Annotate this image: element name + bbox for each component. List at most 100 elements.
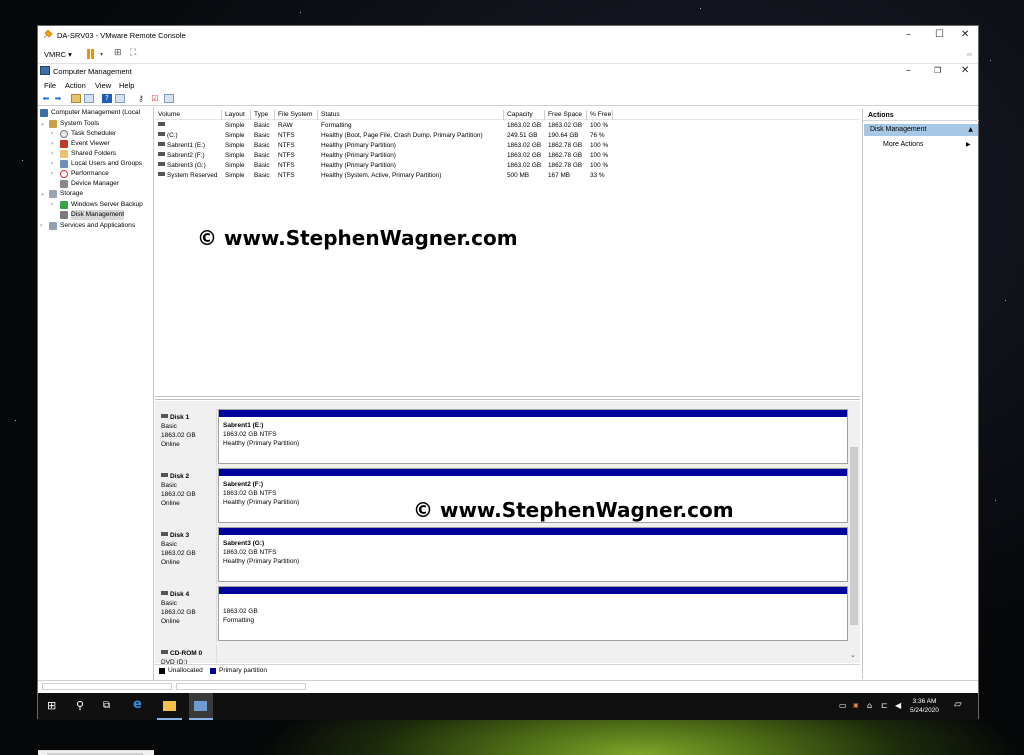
partition-block[interactable]: Sabrent3 (G:) 1863.02 GB NTFS Healthy (P… bbox=[218, 527, 848, 582]
fullscreen-icon[interactable]: ⛶ bbox=[130, 48, 136, 58]
tree-services-applications[interactable]: › Services and Applications bbox=[40, 221, 154, 231]
col-layout[interactable]: Layout bbox=[222, 110, 251, 120]
tree-horizontal-scrollbar[interactable] bbox=[38, 750, 154, 755]
key-icon[interactable]: ⚷ bbox=[136, 94, 146, 103]
show-hide-tree-icon[interactable] bbox=[84, 94, 94, 103]
chevron-right-icon[interactable]: › bbox=[51, 159, 53, 169]
partition-block[interactable]: Sabrent1 (E:) 1863.02 GB NTFS Healthy (P… bbox=[218, 409, 848, 464]
tree-storage[interactable]: ⌄ Storage bbox=[40, 189, 154, 199]
tree-event-viewer[interactable]: › Event Viewer bbox=[51, 139, 154, 149]
more-actions-item[interactable]: More Actions ▶ bbox=[883, 141, 971, 148]
tree-computer-management[interactable]: Computer Management (Local bbox=[40, 108, 154, 118]
pane-splitter[interactable] bbox=[155, 396, 860, 400]
collapse-up-icon[interactable]: ▲ bbox=[968, 126, 973, 133]
menu-help[interactable]: Help bbox=[119, 81, 134, 90]
keyboard-icon[interactable]: ▭ bbox=[839, 701, 847, 710]
chevron-right-icon[interactable]: › bbox=[51, 149, 53, 159]
col-capacity[interactable]: Capacity bbox=[504, 110, 545, 120]
volume-row[interactable]: System Reserved Simple Basic NTFS Health… bbox=[155, 171, 860, 181]
view-list-icon[interactable] bbox=[164, 94, 174, 103]
vmrc-minimize-button[interactable]: – bbox=[906, 30, 911, 40]
col-type[interactable]: Type bbox=[251, 110, 275, 120]
tree-system-tools[interactable]: ⌄ System Tools bbox=[40, 119, 154, 129]
notification-badge-icon[interactable]: ▣ bbox=[853, 702, 859, 709]
chevron-down-icon[interactable]: ⌄ bbox=[40, 189, 45, 199]
volume-type: Basic bbox=[254, 122, 270, 129]
cdrom-info[interactable]: CD-ROM 0 DVD (D:) bbox=[156, 645, 217, 666]
internet-explorer-icon[interactable]: e bbox=[133, 698, 142, 712]
col-volume[interactable]: Volume bbox=[155, 110, 222, 120]
col-status[interactable]: Status bbox=[318, 110, 504, 120]
volume-row[interactable]: (C:) Simple Basic NTFS Healthy (Boot, Pa… bbox=[155, 131, 860, 141]
primary-partition-bar bbox=[219, 528, 847, 535]
menu-view[interactable]: View bbox=[95, 81, 111, 90]
disk-row[interactable]: Disk 3 Basic 1863.02 GB Online Sabrent3 … bbox=[155, 527, 848, 584]
chevron-down-icon[interactable]: ⌄ bbox=[40, 119, 45, 129]
col-free-space[interactable]: Free Space bbox=[545, 110, 587, 120]
disk-row[interactable]: Disk 4 Basic 1863.02 GB Online 1863.02 G… bbox=[155, 586, 848, 643]
vmrc-maximize-button[interactable]: ☐ bbox=[935, 30, 944, 40]
cm-restore-button[interactable]: ❐ bbox=[934, 66, 941, 76]
forward-arrow-icon[interactable]: ➡ bbox=[53, 94, 63, 103]
cm-close-button[interactable]: ✕ bbox=[961, 66, 969, 76]
col-percent-free[interactable]: % Free bbox=[587, 110, 613, 120]
tree-device-manager[interactable]: Device Manager bbox=[51, 179, 154, 189]
tree-windows-server-backup[interactable]: › Windows Server Backup bbox=[51, 200, 154, 210]
scrollbar-thumb[interactable] bbox=[850, 447, 858, 625]
scroll-down-icon[interactable]: ⌄ bbox=[850, 651, 856, 659]
chevron-right-icon[interactable]: › bbox=[51, 139, 53, 149]
tree-local-users[interactable]: › Local Users and Groups bbox=[51, 159, 154, 169]
cm-minimize-button[interactable]: – bbox=[906, 66, 911, 76]
actions-disk-management[interactable]: Disk Management ▲ bbox=[864, 124, 978, 136]
disk-info[interactable]: Disk 4 Basic 1863.02 GB Online bbox=[156, 586, 217, 643]
send-ctrl-alt-del-icon[interactable]: ⊞ bbox=[114, 48, 122, 58]
volume-row[interactable]: Sabrent3 (G:) Simple Basic NTFS Healthy … bbox=[155, 161, 860, 171]
graphical-view-scrollbar[interactable]: ⌄ bbox=[848, 401, 860, 663]
file-explorer-icon[interactable] bbox=[163, 701, 176, 711]
partition-block[interactable]: 1863.02 GB Formatting bbox=[218, 586, 848, 641]
up-folder-icon[interactable] bbox=[71, 94, 81, 103]
menu-action[interactable]: Action bbox=[65, 81, 86, 90]
back-arrow-icon[interactable]: ⬅ bbox=[41, 94, 51, 103]
task-view-icon[interactable]: ⧉ bbox=[103, 699, 110, 713]
taskbar-clock[interactable]: 3:36 AM 5/24/2020 bbox=[910, 697, 939, 715]
volume-row[interactable]: Simple Basic RAW Formatting 1863.02 GB 1… bbox=[155, 121, 860, 131]
properties-icon[interactable] bbox=[115, 94, 125, 103]
volume-icon[interactable]: ◀ bbox=[895, 701, 901, 710]
windows-start-icon[interactable]: ⊞ bbox=[47, 699, 56, 713]
disk-info[interactable]: Disk 2 Basic 1863.02 GB Online bbox=[156, 468, 217, 525]
power-dropdown-icon[interactable]: ▾ bbox=[100, 51, 103, 58]
search-icon[interactable]: ⚲ bbox=[76, 699, 84, 713]
disk-type: Basic bbox=[161, 423, 177, 430]
col-file-system[interactable]: File System bbox=[275, 110, 318, 120]
checklist-icon[interactable]: ☑ bbox=[150, 94, 160, 103]
volume-row[interactable]: Sabrent2 (F:) Simple Basic NTFS Healthy … bbox=[155, 151, 860, 161]
vmrc-menu-button[interactable]: VMRC ▾ bbox=[44, 50, 72, 59]
vmrc-title-bar: DA-SRV03 - VMware Remote Console – ☐ ✕ bbox=[38, 26, 978, 45]
menu-file[interactable]: File bbox=[44, 81, 56, 90]
help-icon[interactable]: ? bbox=[102, 94, 112, 103]
cm-window-title: Computer Management bbox=[53, 67, 132, 76]
volume-free: 1863.02 GB bbox=[548, 122, 583, 129]
tree-disk-management[interactable]: Disk Management bbox=[51, 210, 154, 220]
tree-task-scheduler[interactable]: › Task Scheduler bbox=[51, 129, 154, 139]
disk-row[interactable]: Disk 1 Basic 1863.02 GB Online Sabrent1 … bbox=[155, 409, 848, 466]
tree-shared-folders[interactable]: › Shared Folders bbox=[51, 149, 154, 159]
tree-performance[interactable]: › Performance bbox=[51, 169, 154, 179]
chevron-right-icon[interactable]: › bbox=[40, 221, 42, 231]
disk-icon bbox=[161, 532, 168, 536]
action-center-icon[interactable]: ▱ bbox=[954, 699, 962, 710]
cdrom-row[interactable]: CD-ROM 0 DVD (D:) bbox=[155, 645, 848, 666]
chevron-right-icon[interactable]: › bbox=[51, 169, 53, 179]
chevron-right-icon[interactable]: › bbox=[51, 200, 53, 210]
volume-free: 1862.78 GB bbox=[548, 152, 583, 159]
pause-icon[interactable] bbox=[87, 49, 90, 59]
network-icon[interactable]: ⊏ bbox=[881, 701, 888, 710]
chevron-right-icon[interactable]: › bbox=[51, 129, 53, 139]
disk-info[interactable]: Disk 1 Basic 1863.02 GB Online bbox=[156, 409, 217, 466]
disk-info[interactable]: Disk 3 Basic 1863.02 GB Online bbox=[156, 527, 217, 584]
volume-free: 1862.78 GB bbox=[548, 142, 583, 149]
usb-icon[interactable]: ⌂ bbox=[867, 701, 872, 710]
vmrc-close-button[interactable]: ✕ bbox=[961, 30, 969, 40]
volume-row[interactable]: Sabrent1 (E:) Simple Basic NTFS Healthy … bbox=[155, 141, 860, 151]
